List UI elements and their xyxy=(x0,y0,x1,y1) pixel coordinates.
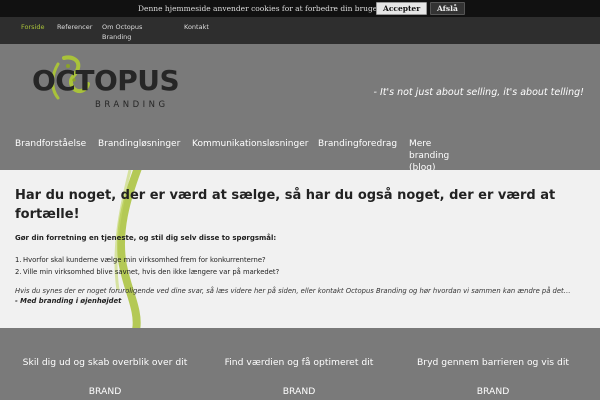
decline-cookies-button[interactable]: Afslå xyxy=(430,2,465,15)
topnav-item-forside[interactable]: Forside xyxy=(21,22,44,32)
topnav-item-referencer[interactable]: Referencer xyxy=(57,22,92,32)
mainnav-item-mere-branding-blog[interactable]: Mere branding (blog) xyxy=(409,138,469,174)
logo-wordmark: OCTOPUS xyxy=(32,64,180,97)
topnav-item-kontakt[interactable]: Kontakt xyxy=(184,22,209,32)
list-item: 1. Hvorfor skal kunderne vælge min virkso… xyxy=(15,256,266,264)
main-nav: Brandforståelse Brandingløsninger Kommun… xyxy=(0,135,600,173)
feature-link-bryd-gennem[interactable]: Bryd gennem barrieren og vis dit BRAND xyxy=(403,348,583,400)
signature: - Med branding i øjenhøjdet xyxy=(15,297,122,305)
mainnav-item-brandforstaaelse[interactable]: Brandforståelse xyxy=(15,138,86,150)
accept-cookies-button[interactable]: Accepter xyxy=(376,2,428,15)
mainnav-item-brandingloesninger[interactable]: Brandingløsninger xyxy=(98,138,180,150)
main-content: Har du noget, der er værd at sælge, så h… xyxy=(0,170,600,328)
list-item: 2. Ville min virksomhed blive savnet, hvi… xyxy=(15,268,280,276)
logo-subtitle: BRANDING xyxy=(95,100,169,110)
question-list: 1. Hvorfor skal kunderne vælge min virkso… xyxy=(15,254,279,278)
mainnav-item-brandingforedrag[interactable]: Brandingforedrag xyxy=(318,138,397,150)
mainnav-item-kommunikationsloesninger[interactable]: Kommunikationsløsninger xyxy=(192,138,308,150)
feature-strip: Skil dig ud og skab overblik over dit BR… xyxy=(0,328,600,400)
feature-link-skil-dig-ud[interactable]: Skil dig ud og skab overblik over dit BR… xyxy=(15,348,195,400)
top-nav: Forside Referencer Om Octopus Branding K… xyxy=(0,17,600,44)
questions-intro: Gør din forretning en tjeneste, og stil … xyxy=(15,234,277,242)
tagline: - It's not just about selling, it's abou… xyxy=(373,87,584,98)
closing-note: Hvis du synes der er noget foruroligende… xyxy=(15,287,571,295)
logo[interactable]: OCTOPUS BRANDING xyxy=(28,54,188,114)
feature-link-find-vaerdien[interactable]: Find værdien og få optimeret dit BRAND xyxy=(209,348,389,400)
cookie-bar: Denne hjemmeside anvender cookies for at… xyxy=(0,0,600,17)
cookie-text: Denne hjemmeside anvender cookies for at… xyxy=(138,4,417,13)
topnav-item-om-octopus-branding[interactable]: Om Octopus Branding xyxy=(102,22,160,42)
page-headline: Har du noget, der er værd at sælge, så h… xyxy=(15,188,556,222)
